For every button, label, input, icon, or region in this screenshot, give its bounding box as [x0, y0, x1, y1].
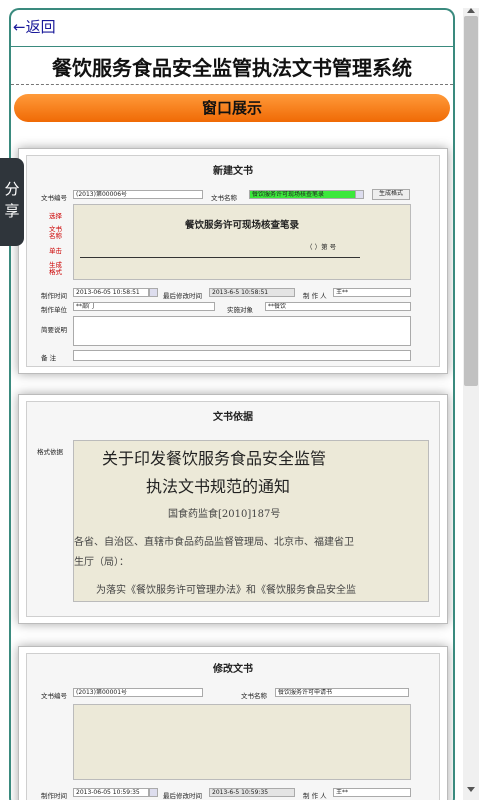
maker-field[interactable]: 王**: [333, 288, 411, 297]
mod-time-label: 最后修改时间: [163, 292, 202, 300]
edit-doc-name-label: 文书名称: [241, 692, 267, 700]
unit-field[interactable]: **部门: [73, 302, 215, 311]
side-select-label: 选择: [49, 212, 62, 220]
edit-document-window: 修改文书 文书编号 (2013)第00001号 文书名称 餐饮服务许可申请书 制…: [26, 653, 440, 800]
maker-label: 制 作 人: [303, 292, 327, 300]
screenshot-panel-edit-document: 修改文书 文书编号 (2013)第00001号 文书名称 餐饮服务许可申请书 制…: [18, 646, 448, 800]
unit-label: 制作单位: [41, 306, 67, 314]
side-name-label: 名称: [49, 232, 62, 240]
made-time-field[interactable]: 2013-06-05 10:58:51: [73, 288, 149, 297]
desc-textarea[interactable]: [73, 316, 411, 346]
share-tab[interactable]: 分享: [0, 158, 24, 246]
basis-paragraph-line1: 各省、自治区、直辖市食品药品监督管理局、北京市、福建省卫: [74, 537, 354, 548]
edit-mod-time-label: 最后修改时间: [163, 792, 202, 800]
basis-document: 关于印发餐饮服务食品安全监管 执法文书规范的通知 国食药监食[2010]187号…: [73, 440, 429, 602]
header-divider: [11, 46, 453, 47]
edit-doc-no-field[interactable]: (2013)第00001号: [73, 688, 203, 697]
back-link[interactable]: ←返回: [13, 16, 56, 37]
side-format-label: 格式: [49, 268, 62, 276]
edit-maker-label: 制 作 人: [303, 792, 327, 800]
target-label: 实施对象: [227, 306, 253, 314]
document-number: （ ）第 号: [306, 243, 337, 251]
chevron-down-icon[interactable]: [355, 190, 364, 199]
basis-paragraph-line2: 生厅（局）：: [74, 557, 129, 568]
doc-no-field[interactable]: (2013)第00006号: [73, 190, 203, 199]
document-heading: 餐饮服务许可现场核查笔录: [184, 220, 299, 231]
mod-time-field: 2013-6-5 10:58:51: [209, 288, 295, 297]
basis-heading-line1: 关于印发餐饮服务食品安全监管: [102, 449, 327, 468]
page-title: 餐饮服务食品安全监管执法文书管理系统: [52, 56, 412, 80]
edit-made-time-label: 制作时间: [41, 792, 67, 800]
target-field[interactable]: **餐饮: [265, 302, 411, 311]
edit-calendar-dropdown-icon[interactable]: [149, 788, 158, 797]
document-line: [80, 257, 360, 258]
content-frame: ←返回 餐饮服务食品安全监管执法文书管理系统 窗口展示 新建文书 文书编号 (2…: [9, 8, 455, 800]
scrollbar-thumb[interactable]: [464, 16, 478, 386]
screenshot-panel-document-basis: 文书依据 格式依据 关于印发餐饮服务食品安全监管 执法文书规范的通知 国食药监食…: [18, 394, 448, 624]
edit-document-title: 修改文书: [213, 664, 253, 675]
calendar-dropdown-icon[interactable]: [149, 288, 158, 297]
basis-heading-line2: 执法文书规范的通知: [146, 477, 291, 496]
section-banner: 窗口展示: [14, 94, 450, 122]
screenshot-panel-new-document: 新建文书 文书编号 (2013)第00006号 文书名称 餐饮服务许可现场核查笔…: [18, 148, 448, 374]
doc-no-label: 文书编号: [41, 194, 67, 202]
made-time-label: 制作时间: [41, 292, 67, 300]
basis-paragraph-line3: 为落实《餐饮服务许可管理办法》和《餐饮服务食品安全监: [96, 585, 356, 596]
side-click-label: 单击: [49, 247, 62, 255]
scroll-down-arrow-icon[interactable]: [467, 787, 475, 792]
document-preview: 餐饮服务许可现场核查笔录 （ ）第 号: [73, 204, 411, 280]
edit-mod-time-field: 2013-6-5 10:59:35: [209, 788, 295, 797]
document-basis-window: 文书依据 格式依据 关于印发餐饮服务食品安全监管 执法文书规范的通知 国食药监食…: [26, 401, 440, 617]
new-document-window: 新建文书 文书编号 (2013)第00006号 文书名称 餐饮服务许可现场核查笔…: [26, 155, 440, 367]
title-divider: [11, 84, 453, 85]
note-label: 备 注: [41, 354, 57, 362]
desc-label: 简要说明: [41, 326, 67, 334]
edit-made-time-field[interactable]: 2013-06-05 10:59:35: [73, 788, 149, 797]
generate-format-button[interactable]: 生成格式: [372, 189, 410, 200]
edit-doc-no-label: 文书编号: [41, 692, 67, 700]
doc-name-select[interactable]: 餐饮服务许可现场核查笔录: [249, 190, 363, 199]
edit-document-preview: [73, 704, 411, 780]
basis-label: 格式依据: [37, 448, 63, 456]
document-basis-title: 文书依据: [213, 412, 253, 423]
basis-ref-number: 国食药监食[2010]187号: [168, 509, 281, 520]
new-document-title: 新建文书: [213, 166, 253, 177]
doc-name-label: 文书名称: [211, 194, 237, 202]
note-field[interactable]: [73, 350, 411, 361]
edit-doc-name-field[interactable]: 餐饮服务许可申请书: [275, 688, 409, 697]
edit-maker-field[interactable]: 王**: [333, 788, 411, 797]
scroll-up-arrow-icon[interactable]: [467, 8, 475, 13]
